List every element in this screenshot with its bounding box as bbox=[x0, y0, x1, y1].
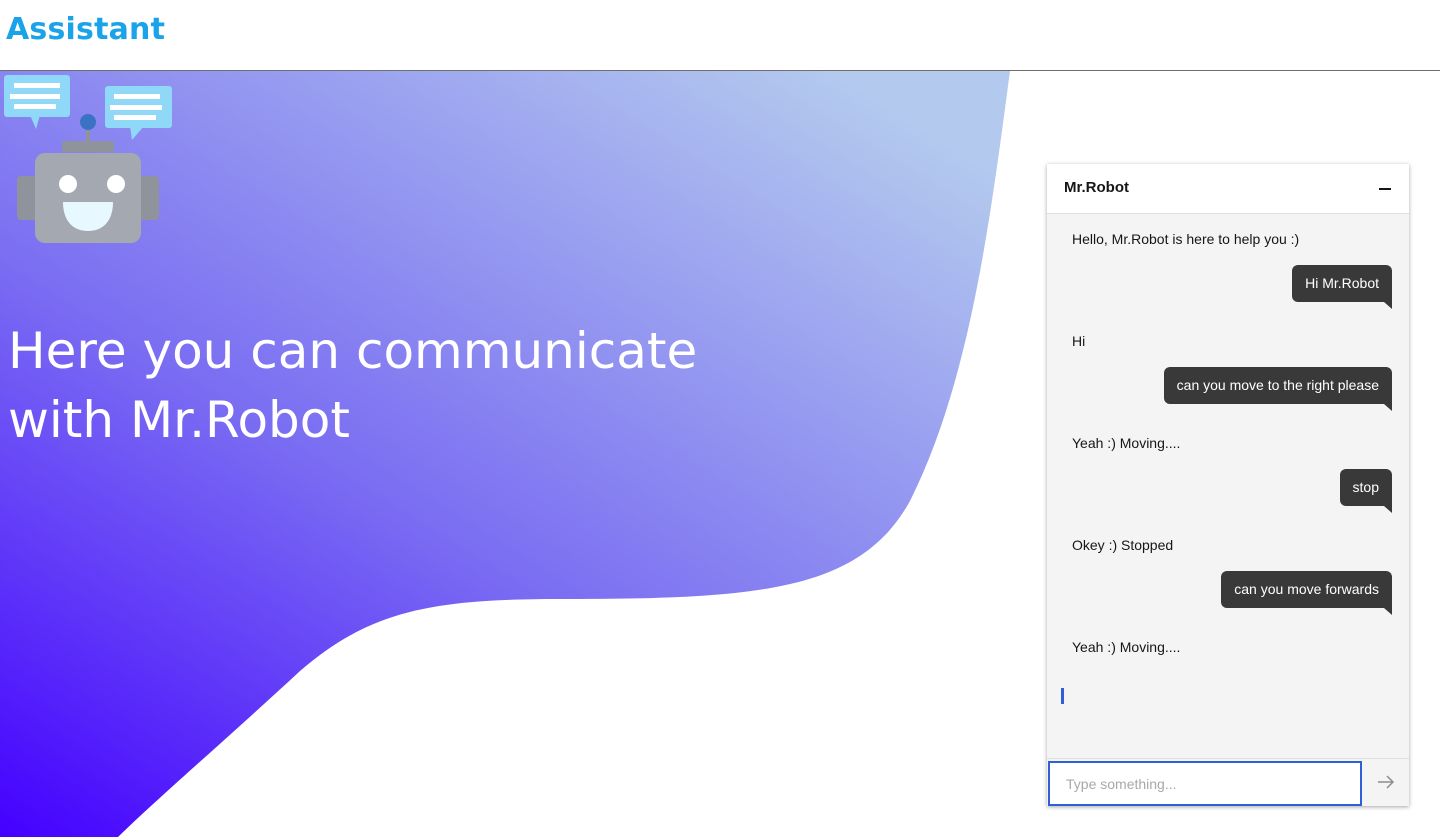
message-list[interactable]: Hello, Mr.Robot is here to help you :) H… bbox=[1047, 214, 1409, 758]
chat-input-row bbox=[1047, 758, 1409, 806]
hero-headline: Here you can communicate with Mr.Robot bbox=[8, 317, 698, 455]
user-message: can you move to the right please bbox=[1163, 367, 1393, 411]
bot-message: Okey :) Stopped bbox=[1072, 537, 1174, 553]
chat-widget: Mr.Robot Hello, Mr.Robot is here to help… bbox=[1047, 164, 1409, 806]
minimize-button[interactable] bbox=[1373, 177, 1397, 201]
user-message: Hi Mr.Robot bbox=[1292, 265, 1392, 309]
chat-title: Mr.Robot bbox=[1064, 179, 1129, 196]
bot-message: Hi bbox=[1072, 333, 1086, 349]
user-message: can you move forwards bbox=[1221, 571, 1392, 615]
user-message: stop bbox=[1339, 469, 1393, 513]
arrow-right-icon bbox=[1378, 775, 1395, 789]
minimize-icon bbox=[1379, 188, 1391, 190]
brand-logo[interactable]: Assistant bbox=[6, 12, 165, 47]
hero-headline-line-2: with Mr.Robot bbox=[8, 391, 350, 449]
robot-chat-icon bbox=[4, 75, 172, 243]
bot-message: Hello, Mr.Robot is here to help you :) bbox=[1072, 231, 1300, 247]
app-header: Assistant bbox=[0, 0, 1440, 71]
message-input[interactable] bbox=[1048, 761, 1362, 806]
send-button[interactable] bbox=[1363, 761, 1409, 806]
hero-headline-line-1: Here you can communicate bbox=[8, 322, 698, 380]
chat-header: Mr.Robot bbox=[1047, 164, 1409, 214]
bot-message: Yeah :) Moving.... bbox=[1072, 639, 1181, 655]
bot-message: Yeah :) Moving.... bbox=[1072, 435, 1181, 451]
active-message-indicator bbox=[1061, 688, 1064, 704]
